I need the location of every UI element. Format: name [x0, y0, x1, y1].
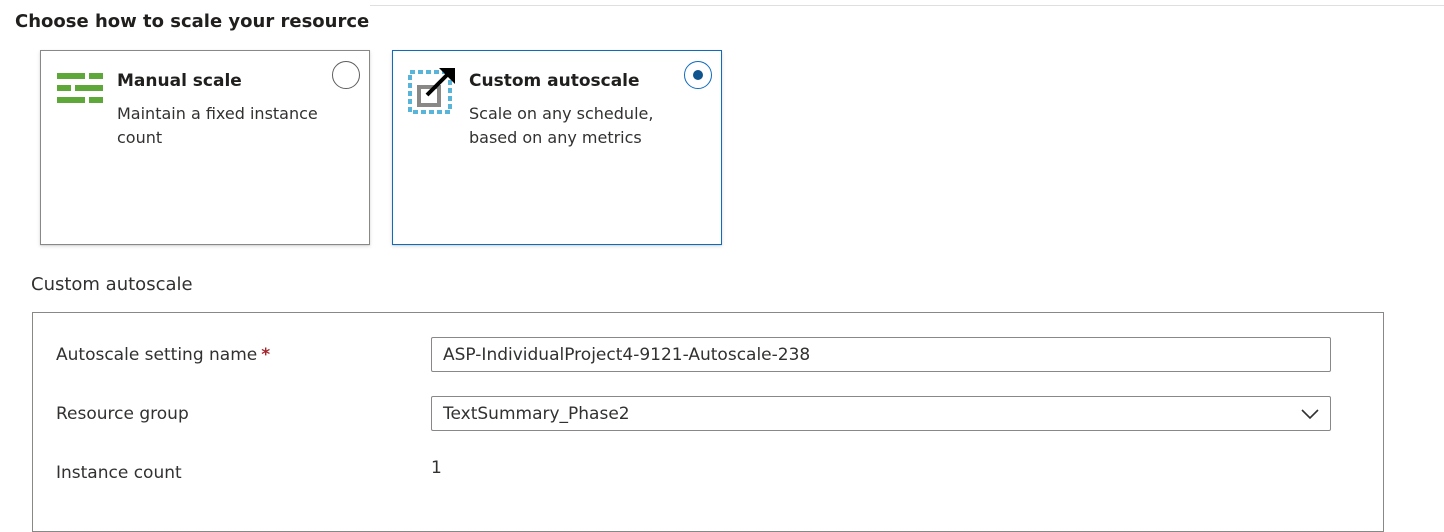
resource-group-value: TextSummary_Phase2 — [443, 404, 630, 424]
custom-autoscale-option[interactable]: Custom autoscale Scale on any schedule, … — [392, 50, 722, 245]
resource-group-dropdown[interactable]: TextSummary_Phase2 — [431, 396, 1331, 431]
autoscale-setting-name-label-text: Autoscale setting name — [56, 345, 258, 365]
custom-autoscale-icon — [408, 68, 455, 114]
required-marker: * — [261, 345, 271, 365]
manual-scale-icon — [57, 73, 103, 103]
autoscale-setting-name-label: Autoscale setting name * — [56, 343, 270, 367]
resource-group-label: Resource group — [56, 404, 189, 424]
manual-scale-option[interactable]: Manual scale Maintain a fixed instance c… — [40, 50, 370, 245]
custom-autoscale-title: Custom autoscale — [469, 71, 640, 91]
custom-autoscale-description: Scale on any schedule, based on any metr… — [469, 104, 654, 147]
radio-selected-dot — [693, 70, 703, 80]
custom-autoscale-section-title: Custom autoscale — [31, 274, 193, 295]
top-divider — [370, 5, 1444, 6]
chevron-down-icon — [1301, 409, 1319, 420]
manual-scale-description: Maintain a fixed instance count — [117, 104, 318, 147]
manual-scale-title: Manual scale — [117, 71, 242, 91]
custom-autoscale-radio[interactable] — [684, 61, 712, 89]
manual-scale-radio[interactable] — [332, 61, 360, 89]
instance-count-value: 1 — [431, 458, 442, 478]
instance-count-label: Instance count — [56, 463, 182, 483]
autoscale-setting-name-input[interactable] — [431, 337, 1331, 372]
custom-autoscale-settings: Autoscale setting name* Resource group T… — [32, 312, 1384, 532]
page-title: Choose how to scale your resource — [15, 11, 370, 32]
